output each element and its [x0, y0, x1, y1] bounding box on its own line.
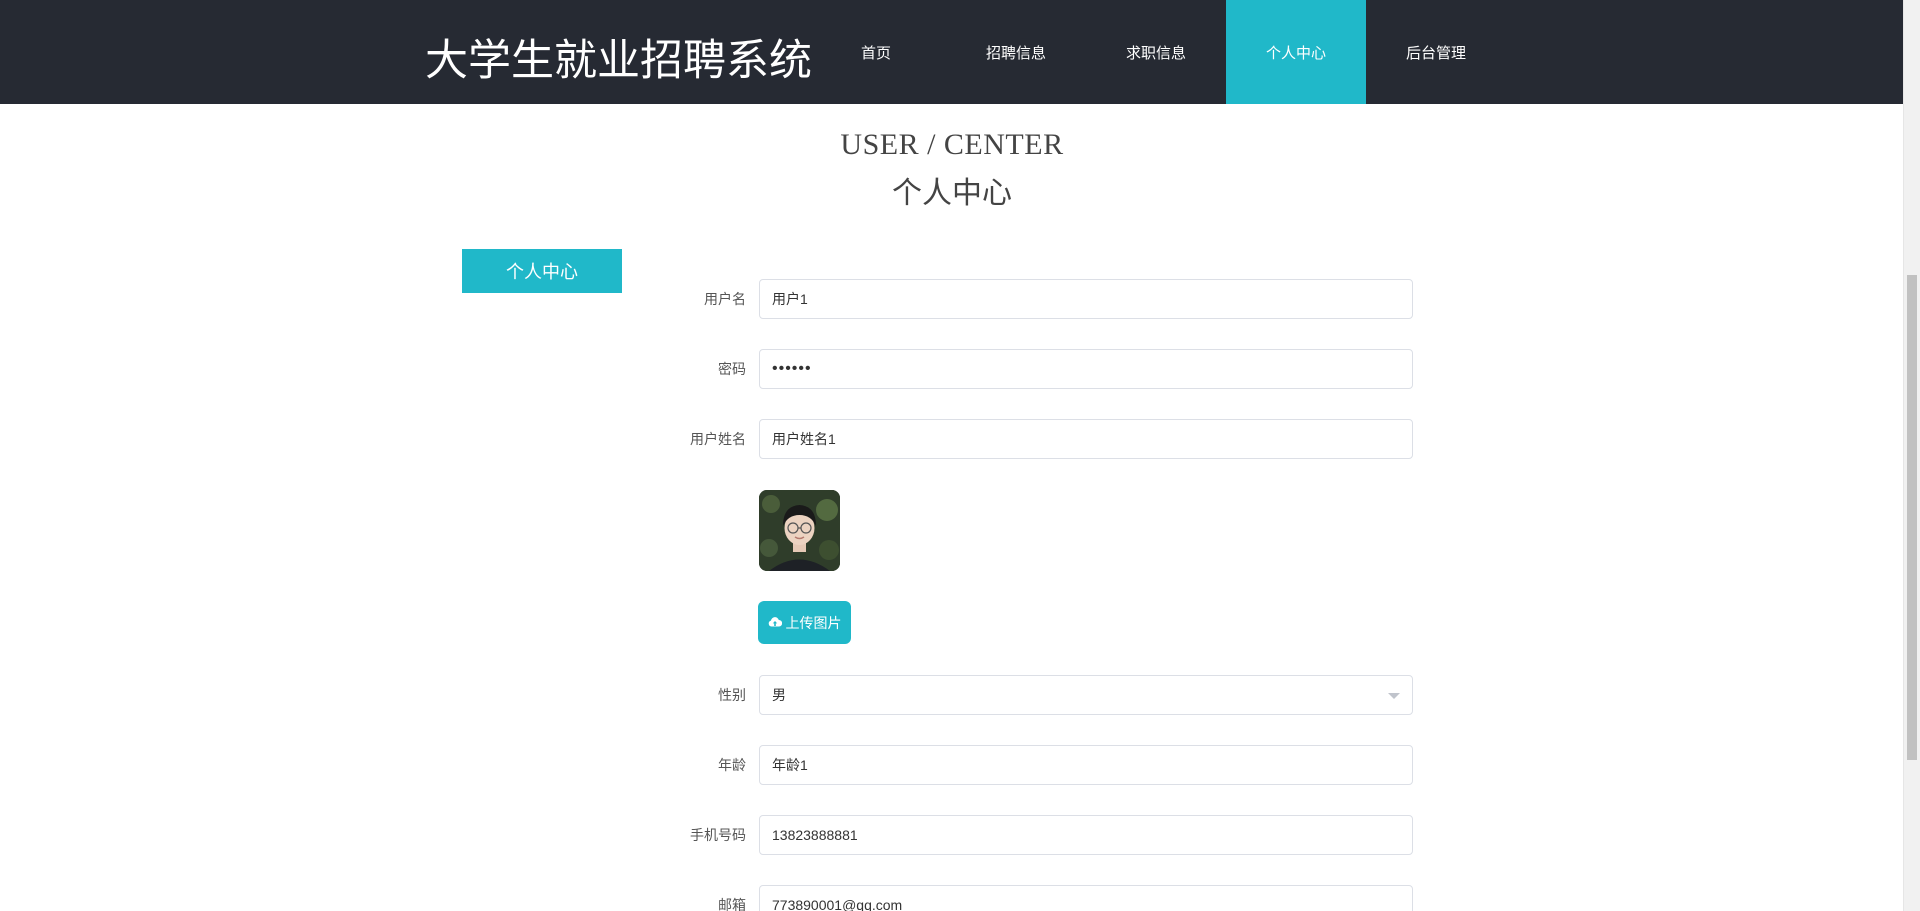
nav-item-job-seeking-info[interactable]: 求职信息 — [1086, 0, 1226, 104]
gender-row: 性别 男 — [650, 675, 1413, 715]
avatar — [759, 490, 840, 571]
gender-selected-value: 男 — [772, 687, 786, 703]
chevron-down-icon — [1388, 693, 1400, 699]
username-row: 用户名 用户1 — [650, 279, 1413, 319]
nav-item-admin[interactable]: 后台管理 — [1366, 0, 1506, 104]
page-title-chinese: 个人中心 — [892, 176, 1012, 211]
sidebar-item-personal-center[interactable]: 个人中心 — [462, 249, 622, 293]
main-nav: 首页 招聘信息 求职信息 个人中心 后台管理 — [806, 0, 1506, 104]
username-label: 用户名 — [704, 291, 746, 307]
scrollbar-thumb[interactable] — [1907, 275, 1917, 760]
email-row: 邮箱 773890001@qq.com — [650, 885, 1413, 911]
upload-image-button[interactable]: 上传图片 — [758, 601, 851, 644]
gender-label: 性别 — [718, 687, 746, 703]
phone-input[interactable]: 13823888881 — [759, 815, 1413, 855]
email-input[interactable]: 773890001@qq.com — [759, 885, 1413, 911]
fullname-input[interactable]: 用户姓名1 — [759, 419, 1413, 459]
phone-row: 手机号码 13823888881 — [650, 815, 1413, 855]
username-input[interactable]: 用户1 — [759, 279, 1413, 319]
password-row: 密码 •••••• — [650, 349, 1413, 389]
site-title[interactable]: 大学生就业招聘系统 — [425, 26, 812, 88]
age-label: 年龄 — [718, 757, 746, 773]
fullname-row: 用户姓名 用户姓名1 — [650, 419, 1413, 459]
email-label: 邮箱 — [718, 897, 746, 911]
phone-label: 手机号码 — [690, 827, 746, 843]
upload-image-label: 上传图片 — [785, 614, 842, 631]
page-scrollbar[interactable] — [1903, 0, 1920, 911]
top-navbar: 大学生就业招聘系统 首页 招聘信息 求职信息 个人中心 后台管理 — [0, 0, 1920, 104]
gender-select[interactable]: 男 — [759, 675, 1413, 715]
password-label: 密码 — [718, 361, 746, 377]
cloud-upload-icon — [768, 615, 782, 631]
nav-item-home[interactable]: 首页 — [806, 0, 946, 104]
nav-item-recruitment-info[interactable]: 招聘信息 — [946, 0, 1086, 104]
fullname-label: 用户姓名 — [690, 431, 746, 447]
password-input[interactable]: •••••• — [759, 349, 1413, 389]
age-row: 年龄 年龄1 — [650, 745, 1413, 785]
page-title-english: USER / CENTER — [840, 128, 1064, 161]
nav-item-personal-center[interactable]: 个人中心 — [1226, 0, 1366, 104]
age-input[interactable]: 年龄1 — [759, 745, 1413, 785]
